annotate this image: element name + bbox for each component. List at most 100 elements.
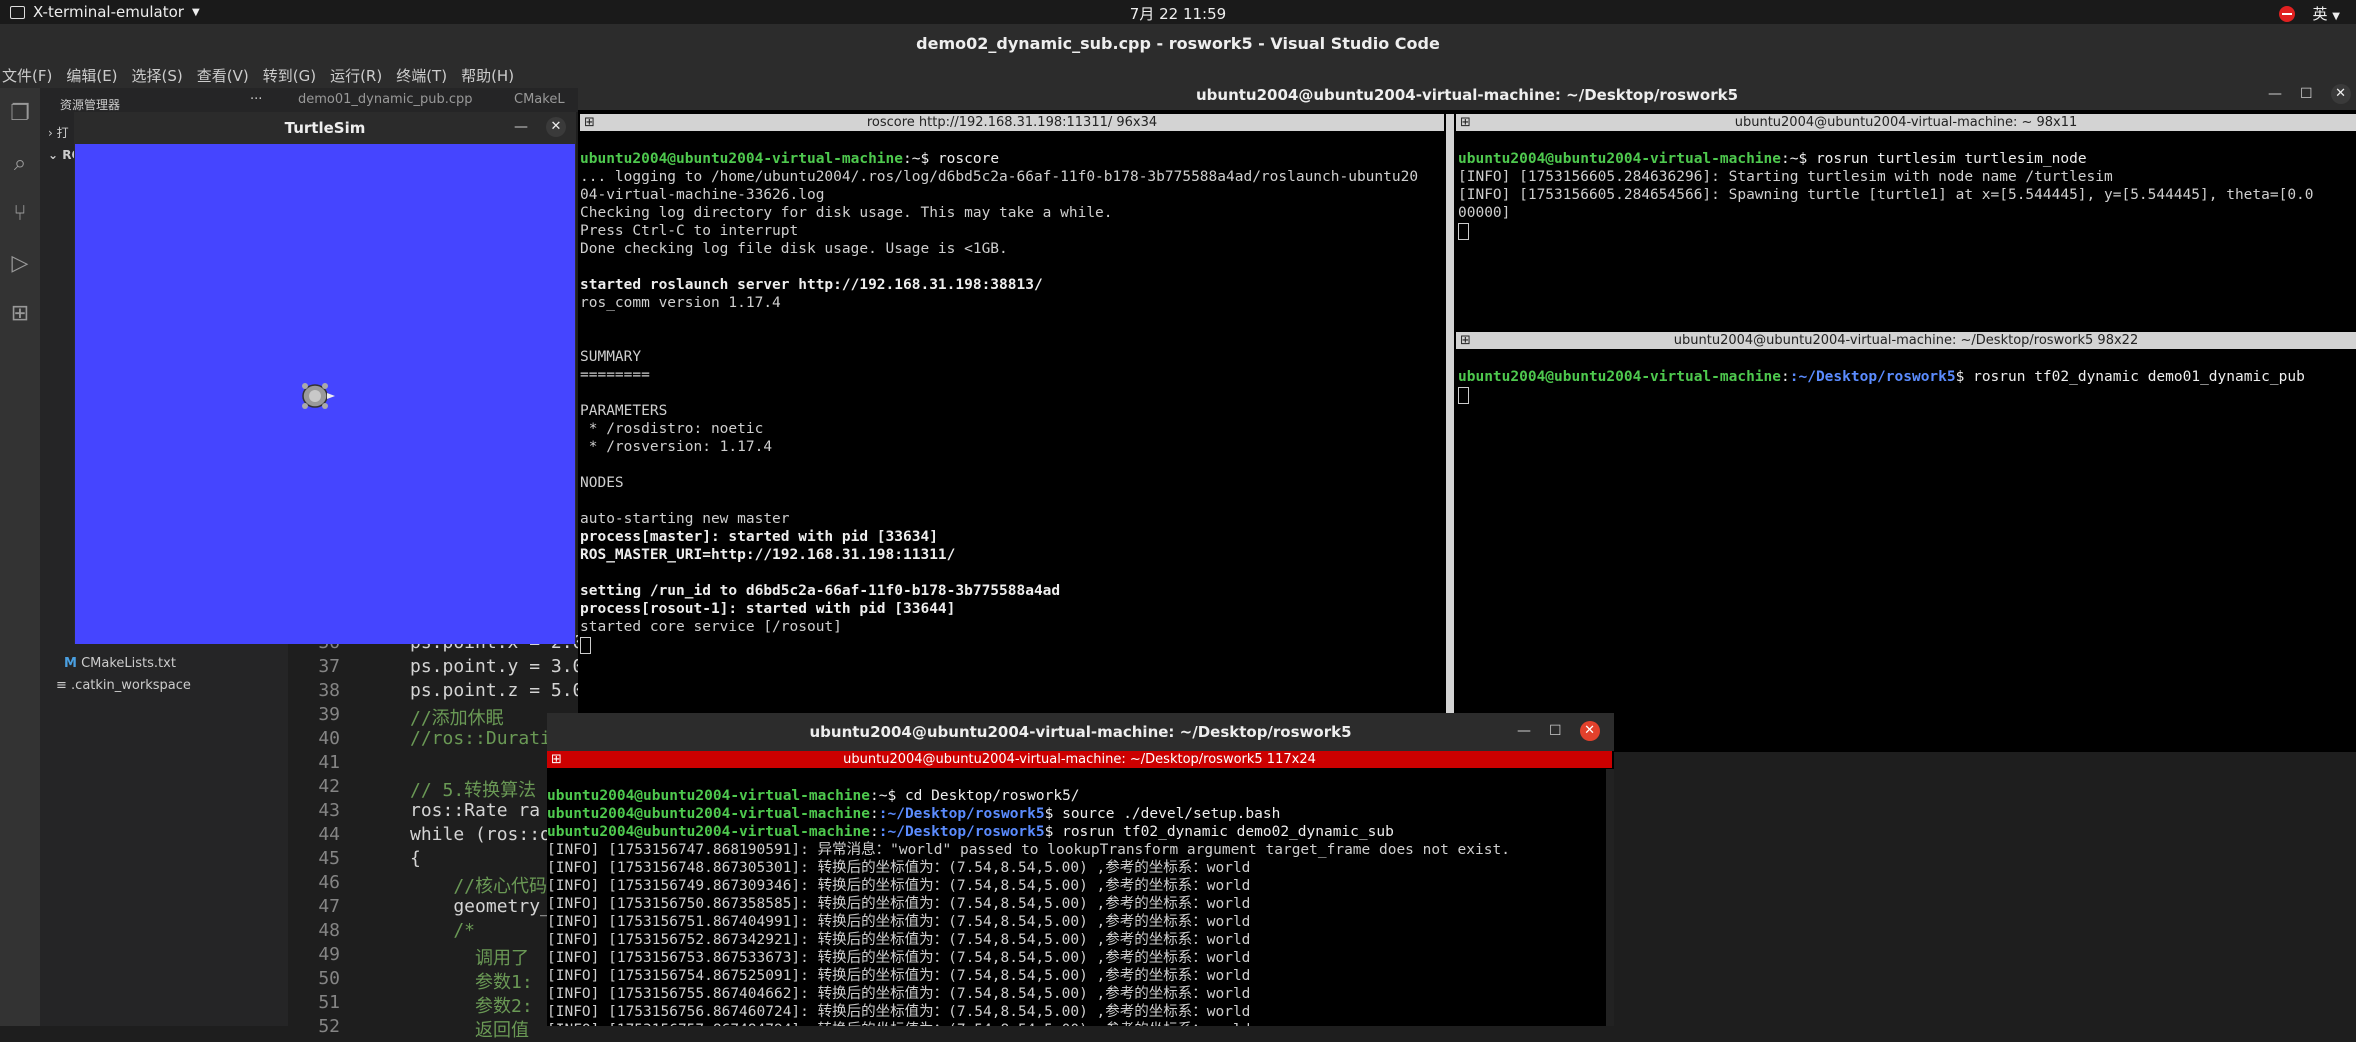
maximize-button[interactable]: ☐: [1549, 723, 1562, 739]
line-number: 43: [318, 800, 340, 821]
source-control-icon[interactable]: ⑂: [6, 200, 34, 228]
roscore-output: ... logging to /home/ubuntu2004/.ros/log…: [580, 169, 1418, 635]
turtlesim-canvas: [75, 144, 575, 644]
terminal-line: [INFO] [1753156749.867309346]: 转换后的坐标值为：…: [547, 878, 1251, 894]
terminal-line: [INFO] [1753156754.867525091]: 转换后的坐标值为：…: [547, 968, 1251, 984]
line-number: 45: [318, 848, 340, 869]
search-icon[interactable]: ⌕: [6, 150, 34, 178]
sub-output: [INFO] [1753156747.868190591]: 异常消息："wor…: [547, 842, 1510, 1026]
turtlesim-output: [INFO] [1753156605.284636296]: Starting …: [1458, 169, 2314, 221]
cmake-file-icon: M: [64, 656, 77, 671]
terminal-grid-icon[interactable]: ⊞: [1460, 332, 1471, 349]
line-number: 41: [318, 752, 340, 773]
explorer-header: 资源管理器: [60, 98, 121, 112]
minimize-button[interactable]: —: [1517, 723, 1531, 739]
input-method-indicator[interactable]: 英 ▼: [2313, 3, 2341, 24]
terminal-line: [INFO] [1753156755.867404662]: 转换后的坐标值为：…: [547, 986, 1251, 1002]
minimize-button[interactable]: —: [2268, 86, 2282, 102]
terminal-line: process[master]: started with pid [33634…: [580, 529, 938, 545]
terminal-line: setting /run_id to d6bd5c2a-66af-11f0-b1…: [580, 583, 1061, 599]
terminal-grid-icon[interactable]: ⊞: [584, 114, 595, 131]
terminal-line: * /rosdistro: noetic: [580, 421, 764, 437]
code-line: 参数1:: [410, 972, 533, 993]
extensions-icon[interactable]: ⊞: [6, 300, 34, 328]
terminal-line: 04-virtual-machine-33626.log: [580, 187, 825, 203]
menu-item[interactable]: 终端(T): [396, 64, 447, 88]
menu-item[interactable]: 文件(F): [2, 64, 52, 88]
tab-demo01[interactable]: demo01_dynamic_pub.cpp: [298, 92, 473, 107]
terminal-line: [INFO] [1753156753.867533673]: 转换后的坐标值为：…: [547, 950, 1251, 966]
explorer-icon[interactable]: ❐: [6, 100, 34, 128]
terminal-line: SUMMARY: [580, 349, 642, 365]
cursor: [1458, 386, 1469, 404]
scrollbar[interactable]: [1606, 769, 1614, 1026]
terminal-line: [INFO] [1753156752.867342921]: 转换后的坐标值为：…: [547, 932, 1251, 948]
turtle-icon: [302, 383, 335, 409]
file-cmakelists[interactable]: M CMakeLists.txt: [64, 656, 176, 671]
vscode-title-bar: demo02_dynamic_sub.cpp - roswork5 - Visu…: [0, 24, 2356, 64]
tab-cmakelists[interactable]: CMakeL: [514, 92, 565, 107]
terminal-line: ========: [580, 367, 650, 383]
line-number: 39: [318, 704, 340, 725]
top-bar: X-terminal-emulator ▼ 7月 22 11:59 英 ▼: [0, 0, 2356, 24]
code-line: /*: [410, 920, 476, 941]
menu-item[interactable]: 转到(G): [263, 64, 316, 88]
file-catkin-workspace[interactable]: ≡ .catkin_workspace: [56, 678, 191, 693]
code-line: {: [410, 848, 421, 869]
close-button[interactable]: ✕: [546, 117, 566, 137]
line-number: 38: [318, 680, 340, 701]
maximize-button[interactable]: ☐: [2300, 86, 2313, 102]
code-line: //ros::Durati: [410, 728, 551, 749]
code-line: geometry_: [410, 896, 551, 917]
pane-title-pub[interactable]: ⊞ ubuntu2004@ubuntu2004-virtual-machine:…: [1456, 332, 2356, 349]
terminal-line: [INFO] [1753156605.284654566]: Spawning …: [1458, 187, 2314, 203]
bottom-terminal-window-controls: — ☐ ✕: [1517, 721, 1600, 741]
clock[interactable]: 7月 22 11:59: [0, 3, 2356, 24]
terminal-line: 00000]: [1458, 205, 1511, 221]
pane-title-roscore[interactable]: ⊞ roscore http://192.168.31.198:11311/ 9…: [580, 114, 1444, 131]
terminal-line: ROS_MASTER_URI=http://192.168.31.198:113…: [580, 547, 956, 563]
close-button[interactable]: ✕: [1579, 721, 1600, 741]
turtlesim-window-controls: — ✕: [514, 117, 566, 137]
code-line: //核心代码: [410, 876, 548, 897]
menu-item[interactable]: 编辑(E): [66, 64, 117, 88]
code-line: // 5.转换算法: [410, 780, 537, 801]
bottom-pane[interactable]: ubuntu2004@ubuntu2004-virtual-machine:~$…: [547, 769, 1607, 1026]
open-editors-section[interactable]: › 打: [48, 124, 69, 141]
terminal-grid-icon[interactable]: ⊞: [1460, 114, 1471, 131]
menu-item[interactable]: 选择(S): [132, 64, 183, 88]
line-number: 52: [318, 1016, 340, 1037]
line-number: 42: [318, 776, 340, 797]
run-debug-icon[interactable]: ▷: [6, 250, 34, 278]
update-alert-icon[interactable]: [2278, 5, 2295, 22]
pane-title-turtlesim[interactable]: ⊞ ubuntu2004@ubuntu2004-virtual-machine:…: [1456, 114, 2356, 131]
pane-pub[interactable]: ubuntu2004@ubuntu2004-virtual-machine::~…: [1458, 350, 2354, 752]
pane-roscore[interactable]: ubuntu2004@ubuntu2004-virtual-machine:~$…: [580, 132, 1444, 712]
code-line: 参数2:: [410, 996, 533, 1017]
terminal-line: [INFO] [1753156757.867484794]: 转换后的坐标值为：…: [547, 1022, 1250, 1026]
close-button[interactable]: ✕: [2330, 84, 2351, 104]
terminal-line: Press Ctrl-C to interrupt: [580, 223, 799, 239]
pane-turtlesim[interactable]: ubuntu2004@ubuntu2004-virtual-machine:~$…: [1458, 132, 2354, 326]
terminal-line: [INFO] [1753156756.867460724]: 转换后的坐标值为：…: [547, 1004, 1251, 1020]
bottom-pane-title[interactable]: ⊞ ubuntu2004@ubuntu2004-virtual-machine:…: [547, 751, 1612, 768]
line-number: 44: [318, 824, 340, 845]
terminal-grid-icon[interactable]: ⊞: [551, 751, 562, 768]
pane-splitter-vertical[interactable]: [1446, 114, 1454, 754]
menu-item[interactable]: 查看(V): [197, 64, 249, 88]
menu-item[interactable]: 帮助(H): [461, 64, 514, 88]
file-icon: ≡: [56, 678, 67, 693]
terminal-line: * /rosversion: 1.17.4: [580, 439, 773, 455]
more-actions-icon[interactable]: ···: [250, 92, 262, 107]
line-number: 40: [318, 728, 340, 749]
code-line: ros::Rate ra: [410, 800, 541, 821]
code-line: //添加休眠: [410, 708, 504, 729]
code-line: ps.point.y = 3.0: [410, 656, 584, 677]
menu-item[interactable]: 运行(R): [330, 64, 382, 88]
minimize-button[interactable]: —: [514, 119, 528, 135]
bottom-terminal-title-bar: ubuntu2004@ubuntu2004-virtual-machine: ~…: [547, 713, 1614, 751]
terminal-line: [INFO] [1753156747.868190591]: 异常消息："wor…: [547, 842, 1510, 858]
terminal-line: [INFO] [1753156750.867358585]: 转换后的坐标值为：…: [547, 896, 1251, 912]
system-tray: 英 ▼: [2278, 3, 2341, 24]
turtlesim-title-bar: TurtleSim: [74, 112, 576, 144]
